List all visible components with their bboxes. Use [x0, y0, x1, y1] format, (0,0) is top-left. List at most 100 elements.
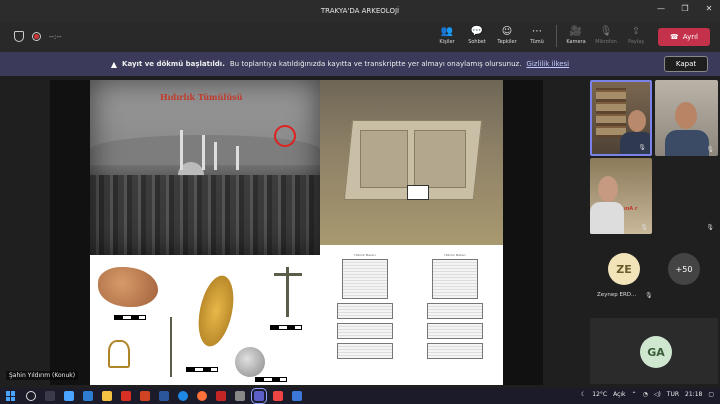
- phone-hangup-icon: ☎: [670, 33, 679, 41]
- restore-icon[interactable]: ❐: [680, 4, 690, 13]
- reactions-icon: ☺: [501, 26, 513, 37]
- more-button[interactable]: ⋯ Tümü: [522, 25, 552, 47]
- firefox-icon[interactable]: [197, 391, 207, 401]
- windows-taskbar: ☾ 12°C Açık ⌃ ◔ ◁) TUR 21:18 ▢: [0, 388, 720, 404]
- meeting-toolbar: --:-- 👥 Kişiler 💬 Sohbet ☺ Tepkiler ⋯ Tü…: [0, 22, 720, 52]
- temperature[interactable]: 12°C: [592, 391, 607, 398]
- start-icon[interactable]: [6, 391, 16, 401]
- task-view-icon[interactable]: [45, 391, 55, 401]
- participant-name: Zeynep ERD...: [597, 292, 637, 298]
- taskbar-apps: [26, 388, 302, 404]
- reactions-label: Tepkiler: [497, 39, 517, 45]
- scale-bar: [186, 367, 218, 372]
- app-icon[interactable]: [216, 391, 226, 401]
- section-drawing: [337, 303, 393, 319]
- reactions-button[interactable]: ☺ Tepkiler: [492, 25, 522, 47]
- bookshelf: [596, 88, 626, 138]
- chevron-up-icon[interactable]: ⌃: [632, 391, 637, 398]
- scale-bar: [270, 325, 302, 330]
- photo-vignette: [90, 80, 320, 255]
- notifications-icon[interactable]: ▢: [708, 391, 714, 398]
- people-label: Kişiler: [439, 39, 455, 45]
- people-button[interactable]: 👥 Kişiler: [432, 25, 462, 47]
- share-button[interactable]: ⇪ Paylaş: [621, 25, 651, 47]
- microphone-icon: 🎙: [706, 224, 714, 231]
- language-indicator[interactable]: TUR: [667, 391, 679, 398]
- network-icon[interactable]: ◔: [643, 391, 648, 398]
- presenter-name: Şahin Yıldırım (Konuk): [6, 371, 79, 380]
- chat-button[interactable]: 💬 Sohbet: [462, 25, 492, 47]
- volume-icon[interactable]: ◁): [654, 391, 661, 398]
- search-icon[interactable]: [26, 391, 36, 401]
- leave-button[interactable]: ☎ Ayrıl: [658, 28, 710, 46]
- share-label: Paylaş: [628, 39, 644, 45]
- more-participants-button[interactable]: +50: [668, 253, 700, 285]
- app-icon[interactable]: [273, 391, 283, 401]
- tumulus-marker: [274, 125, 296, 147]
- participant-avatar[interactable]: GA: [640, 336, 672, 368]
- section-drawing: [427, 323, 483, 339]
- weather-condition[interactable]: Açık: [613, 391, 625, 398]
- section-drawing: [337, 343, 393, 359]
- word-icon[interactable]: [159, 391, 169, 401]
- microphone-icon: 🎙: [645, 292, 653, 299]
- teams-icon[interactable]: [251, 388, 267, 404]
- participant-video-tile-empty[interactable]: 🎙: [655, 158, 718, 234]
- camera-icon: 🎥: [569, 26, 583, 37]
- acrobat-icon[interactable]: [121, 391, 131, 401]
- slide-title: Hıdırlık Tümülüsü: [160, 92, 243, 102]
- participant-avatar[interactable]: ZE: [608, 253, 640, 285]
- window-controls: — ❐ ✕: [656, 4, 714, 13]
- participant-video-tile[interactable]: 🎙: [590, 80, 652, 156]
- plan-column-right: Hıdırlık Mezarı: [420, 253, 490, 363]
- more-icon: ⋯: [532, 26, 542, 37]
- presentation-slide: Hıdırlık Tümülüsü Hıdırlık Mezarı Hıdırl…: [90, 80, 503, 385]
- system-tray: ☾ 12°C Açık ⌃ ◔ ◁) TUR 21:18 ▢: [581, 391, 714, 398]
- recording-banner: ▲ Kayıt ve dökmü başlatıldı. Bu toplantı…: [0, 52, 720, 76]
- chat-label: Sohbet: [468, 39, 486, 45]
- scale-bar: [114, 315, 146, 320]
- plan-drawing: [342, 259, 388, 299]
- pendant-artifact: [108, 340, 130, 368]
- chrome-icon[interactable]: [178, 391, 188, 401]
- meeting-status: --:--: [14, 31, 61, 42]
- participant-body: [665, 130, 709, 156]
- toolbar-divider: [556, 25, 557, 47]
- bronze-pin-crossbar: [274, 273, 302, 276]
- leave-label: Ayrıl: [682, 33, 698, 41]
- privacy-policy-link[interactable]: Gizlilik ilkesi: [526, 60, 569, 68]
- close-banner-button[interactable]: Kapat: [664, 56, 708, 72]
- participant-video-tile[interactable]: 🎙: [655, 80, 718, 156]
- participant-video-tile[interactable]: ınA r 🎙: [590, 158, 652, 234]
- more-label: Tümü: [530, 39, 544, 45]
- folder-icon[interactable]: [102, 391, 112, 401]
- gold-leaf-artifact: [192, 272, 240, 350]
- close-window-icon[interactable]: ✕: [704, 4, 714, 13]
- app-icon[interactable]: [235, 391, 245, 401]
- edge-icon[interactable]: [83, 391, 93, 401]
- minimize-icon[interactable]: —: [656, 4, 666, 13]
- plan-column-left: Hıdırlık Mezarı: [330, 253, 400, 363]
- weather-icon[interactable]: ☾: [581, 391, 586, 398]
- banner-text: Bu toplantıya katıldığınızda kayıtta ve …: [229, 60, 522, 68]
- app-icon[interactable]: [292, 391, 302, 401]
- store-icon[interactable]: [64, 391, 74, 401]
- participant-face: [675, 102, 697, 129]
- recording-icon: [32, 32, 41, 41]
- microphone-label: Mikrofon: [595, 39, 617, 45]
- clock[interactable]: 21:18: [685, 391, 702, 398]
- oil-lamp-artifact: [98, 267, 158, 307]
- city-photo: Hıdırlık Tümülüsü: [90, 80, 320, 255]
- camera-button[interactable]: 🎥 Kamera: [561, 25, 591, 47]
- coin-artifact: [235, 347, 265, 377]
- section-drawing: [337, 323, 393, 339]
- info-sign: [407, 185, 429, 200]
- shield-icon[interactable]: [14, 31, 24, 42]
- powerpoint-icon[interactable]: [140, 391, 150, 401]
- microphone-button[interactable]: 🎙 Mikrofon: [591, 25, 621, 47]
- needle-artifact: [170, 317, 172, 377]
- teams-meeting-window: TRAKYA'DA ARKEOLOJİ — ❐ ✕ --:-- 👥 Kişile…: [0, 0, 720, 404]
- participant-face: [598, 176, 618, 202]
- plan-drawing: [432, 259, 478, 299]
- warning-icon: ▲: [110, 59, 118, 69]
